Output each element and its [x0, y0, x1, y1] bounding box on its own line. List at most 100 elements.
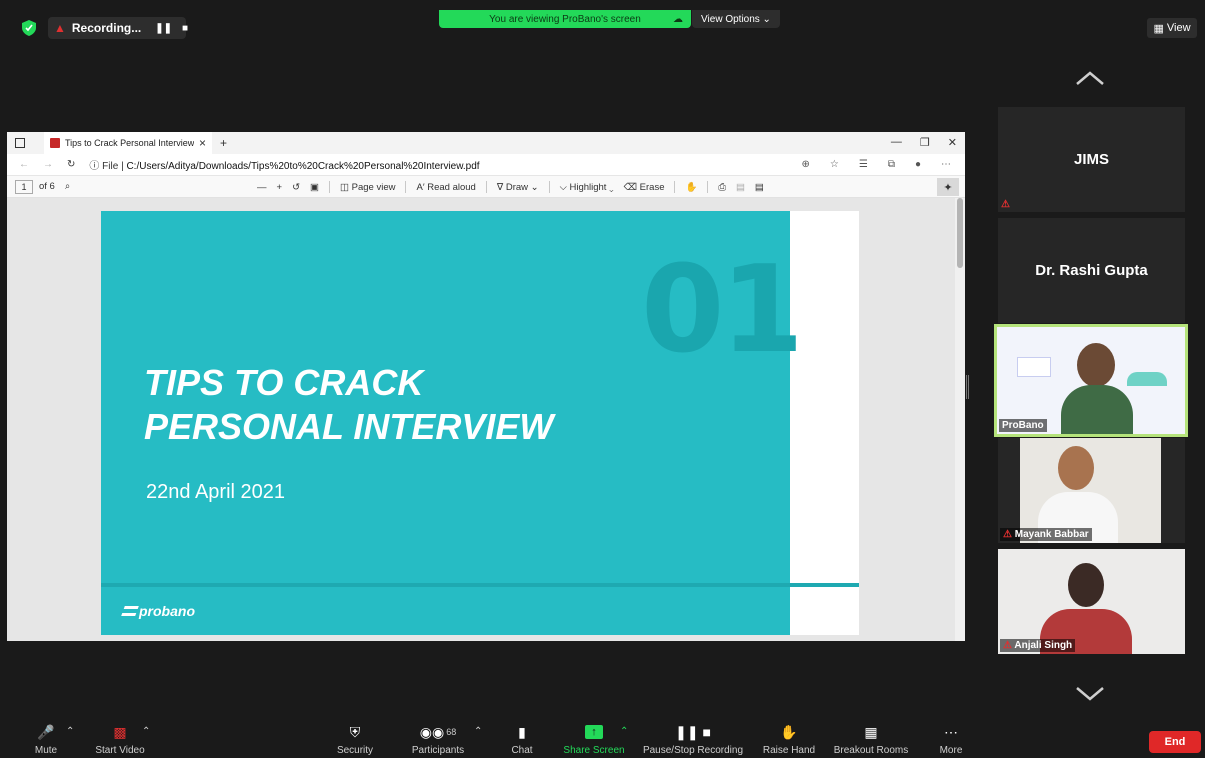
- page-view-button[interactable]: ◫ Page view: [340, 182, 395, 193]
- viewing-banner-text: You are viewing ProBano's screen: [489, 13, 641, 25]
- participant-tile[interactable]: JIMS ⚠: [998, 107, 1185, 212]
- participant-tile[interactable]: Dr. Rashi Gupta: [998, 218, 1185, 323]
- more-label: More: [939, 745, 963, 756]
- save-as-icon[interactable]: ▤: [755, 182, 764, 193]
- view-layout-button[interactable]: ▦ View: [1147, 18, 1197, 38]
- slide-title: TIPS TO CRACK PERSONAL INTERVIEW: [144, 361, 704, 449]
- view-options-button[interactable]: View Options ⌄: [692, 10, 780, 28]
- highlight-button[interactable]: ⌵ Highlight ⌄: [560, 182, 614, 193]
- print-icon[interactable]: ⎙: [718, 182, 726, 193]
- tab-title: Tips to Crack Personal Interview: [65, 138, 194, 148]
- speaker-body: [1061, 385, 1133, 434]
- raise-hand-button[interactable]: ✋ Raise Hand: [760, 718, 818, 758]
- draw-button[interactable]: ∇ Draw ⌄: [497, 182, 539, 193]
- illustration-right: [1127, 372, 1167, 386]
- pdf-tools: — + ↺ ▣ ◫ Page view A′ Read aloud ∇ Draw…: [257, 176, 764, 198]
- participant-name-label: ⚠ Mayank Babbar: [1000, 528, 1092, 541]
- browser-tab[interactable]: Tips to Crack Personal Interview ×: [44, 132, 212, 154]
- address-field[interactable]: ⓘ File | C:/Users/Aditya/Downloads/Tips%…: [89, 157, 479, 172]
- new-tab-icon[interactable]: +: [220, 136, 227, 150]
- probano-logo: probano: [121, 603, 195, 619]
- separator: [548, 181, 550, 193]
- highlight-label: Highlight: [569, 181, 607, 193]
- scroll-down-icon[interactable]: [1075, 686, 1105, 702]
- forward-icon[interactable]: →: [43, 159, 53, 170]
- slide-title-line2: PERSONAL INTERVIEW: [144, 406, 554, 447]
- cloud-record-icon: ▲: [54, 21, 66, 35]
- tab-actions-icon[interactable]: [15, 138, 25, 148]
- page-view-label: Page view: [351, 181, 396, 193]
- zoom-icon[interactable]: ⊕: [801, 159, 809, 170]
- speaker-head: [1077, 343, 1115, 387]
- vertical-scrollbar[interactable]: [955, 198, 965, 641]
- active-speaker-tile[interactable]: ProBano: [994, 324, 1188, 437]
- rotate-icon[interactable]: ↺: [292, 182, 300, 193]
- stop-recording-icon[interactable]: ■: [182, 23, 188, 34]
- participant-tile[interactable]: ⚠ Mayank Babbar: [998, 438, 1185, 543]
- pause-stop-recording-button[interactable]: ❚❚ ■ Pause/Stop Recording: [638, 718, 748, 758]
- collections-icon[interactable]: ⧉: [888, 159, 895, 170]
- separator: [329, 181, 331, 193]
- mute-button[interactable]: 🎤 Mute: [28, 718, 64, 758]
- zoom-out-icon[interactable]: —: [257, 182, 267, 193]
- share-options-icon[interactable]: ⌃: [620, 726, 628, 737]
- chat-button[interactable]: ▮ Chat: [506, 718, 538, 758]
- panel-resize-handle[interactable]: [966, 375, 969, 399]
- search-icon[interactable]: ⌕: [65, 181, 70, 192]
- scrollbar-thumb[interactable]: [957, 198, 963, 268]
- close-window-icon[interactable]: ✕: [948, 136, 957, 149]
- erase-button[interactable]: ⌫ Erase: [624, 182, 665, 193]
- participant-count: 68: [446, 727, 457, 737]
- pdf-viewer[interactable]: 01 TIPS TO CRACK PERSONAL INTERVIEW 22nd…: [7, 198, 965, 641]
- back-icon[interactable]: ←: [19, 159, 29, 170]
- muted-mic-icon: ⚠: [1003, 529, 1012, 540]
- start-video-label: Start Video: [95, 745, 145, 756]
- participant-name: Mayank Babbar: [1014, 529, 1089, 540]
- grid-view-icon: ▦: [1153, 22, 1164, 35]
- pdf-file-icon: [50, 138, 60, 148]
- video-options-icon[interactable]: ⌃: [142, 726, 150, 737]
- video-off-icon: ▩: [113, 723, 127, 740]
- recording-indicator[interactable]: ▲ Recording... ❚❚ ■: [48, 17, 188, 39]
- address-prefix: File: [102, 161, 119, 172]
- pause-recording-icon[interactable]: ❚❚: [155, 23, 172, 34]
- more-menu-icon[interactable]: ⋯: [941, 159, 951, 170]
- participant-tile[interactable]: ⚠ Anjali Singh: [998, 549, 1185, 654]
- pdf-toolbar: 1 of 6 ⌕ — + ↺ ▣ ◫ Page view A′ Read alo…: [7, 176, 965, 198]
- share-screen-button[interactable]: ↑ Share Screen: [560, 718, 628, 758]
- mute-options-icon[interactable]: ⌃: [66, 726, 74, 737]
- participant-name: Dr. Rashi Gupta: [1035, 262, 1148, 279]
- slide-footer-line: [101, 583, 859, 587]
- raise-hand-icon: ✋: [780, 723, 798, 740]
- participants-button[interactable]: ◉◉ 68 Participants: [406, 718, 470, 758]
- breakout-rooms-label: Breakout Rooms: [833, 745, 909, 756]
- profile-icon[interactable]: ●: [915, 159, 921, 170]
- page-number-input[interactable]: 1: [15, 179, 33, 194]
- cloud-icon: ☁: [673, 13, 683, 25]
- scroll-up-icon[interactable]: [1075, 70, 1105, 86]
- address-bar-actions: ⊕ ☆ ☰ ⧉ ● ⋯: [801, 159, 965, 170]
- end-meeting-button[interactable]: End: [1149, 731, 1201, 753]
- security-button[interactable]: ⛨ Security: [333, 718, 377, 758]
- zoom-in-icon[interactable]: +: [277, 182, 283, 193]
- chat-label: Chat: [511, 745, 533, 756]
- favorite-icon[interactable]: ☆: [830, 159, 839, 170]
- favorites-list-icon[interactable]: ☰: [859, 159, 868, 170]
- page-total: of 6: [39, 181, 55, 192]
- minimize-icon[interactable]: —: [891, 136, 902, 149]
- restore-icon[interactable]: ❐: [920, 136, 930, 149]
- touch-icon[interactable]: ✋: [685, 182, 697, 193]
- refresh-icon[interactable]: ↻: [67, 159, 75, 170]
- read-aloud-button[interactable]: A′ Read aloud: [416, 182, 475, 193]
- participants-options-icon[interactable]: ⌃: [474, 726, 482, 737]
- more-button[interactable]: ⋯ More: [936, 718, 966, 758]
- pin-toolbar-icon[interactable]: ✦: [937, 178, 959, 196]
- slide: 01 TIPS TO CRACK PERSONAL INTERVIEW 22nd…: [101, 211, 804, 635]
- breakout-rooms-button[interactable]: ▦ Breakout Rooms: [830, 718, 912, 758]
- close-tab-icon[interactable]: ×: [199, 136, 206, 150]
- fit-page-icon[interactable]: ▣: [310, 182, 319, 193]
- save-icon[interactable]: ▤: [736, 182, 745, 193]
- participant-name-label: ⚠ Anjali Singh: [1000, 639, 1076, 652]
- muted-mic-icon: ⚠: [1001, 199, 1010, 210]
- start-video-button[interactable]: ▩ Start Video: [90, 718, 150, 758]
